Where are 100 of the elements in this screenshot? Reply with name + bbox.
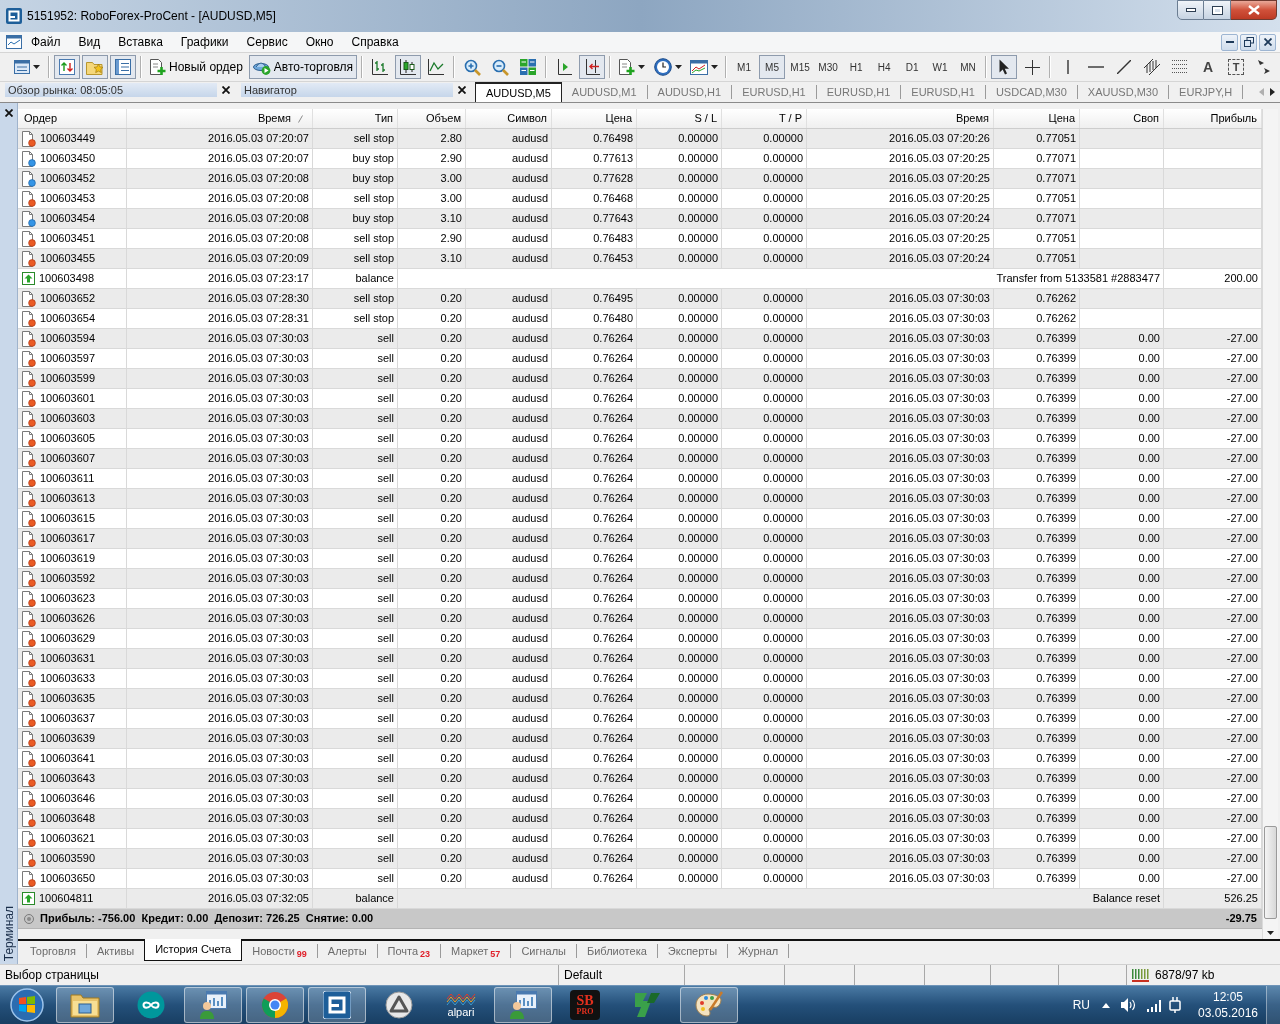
tab[interactable]: Алерты <box>317 941 377 961</box>
language-indicator[interactable]: RU <box>1072 996 1090 1014</box>
taskbar-button[interactable] <box>680 987 738 1023</box>
minimize-button[interactable] <box>1177 0 1204 20</box>
scrollbar-thumb[interactable] <box>1264 826 1277 919</box>
table-row[interactable]: 100603631 2016.05.03 07:30:03 sell 0.20 audusd 0.76264 0.00000 0.00000 2016.05.03 07:30:03 0.76399 0.00 -27.00 <box>18 649 1262 669</box>
table-row[interactable]: 100603652 2016.05.03 07:28:30 sell stop 0.20 audusd 0.76495 0.00000 0.00000 2016.05.03 07:30:03 0.76262 <box>18 289 1262 309</box>
chart-tab[interactable]: EURUSD,H1 <box>732 82 816 102</box>
period-button[interactable]: MN <box>955 55 982 79</box>
period-button[interactable]: M30 <box>815 55 842 79</box>
column-header[interactable]: Объем <box>398 109 466 128</box>
period-button[interactable]: W1 <box>927 55 954 79</box>
table-row[interactable]: 100603650 2016.05.03 07:30:03 sell 0.20 audusd 0.76264 0.00000 0.00000 2016.05.03 07:30:03 0.76399 0.00 -27.00 <box>18 869 1262 889</box>
maximize-button[interactable] <box>1204 0 1231 20</box>
close-button[interactable] <box>1231 0 1277 20</box>
chart-tab[interactable]: XAUUSD,M30 <box>1077 82 1169 102</box>
column-header[interactable]: Символ <box>466 109 552 128</box>
tab[interactable]: Сигналы <box>511 941 576 961</box>
text-label-button[interactable]: T <box>1228 59 1245 75</box>
close-button[interactable] <box>456 83 468 97</box>
table-row[interactable]: 100603454 2016.05.03 07:20:08 buy stop 3.10 audusd 0.77643 0.00000 0.00000 2016.05.03 07:20:24 0.77071 <box>18 209 1262 229</box>
menu-item[interactable]: Файл <box>22 32 70 52</box>
column-header[interactable]: Своп <box>1080 109 1164 128</box>
column-header[interactable]: Цена <box>994 109 1080 128</box>
chart-tab[interactable]: EURUSD,H1 <box>816 82 901 102</box>
menu-item[interactable]: Сервис <box>237 32 297 52</box>
chart-tab[interactable]: EURUSD,H1 <box>901 82 985 102</box>
table-row[interactable]: 100603635 2016.05.03 07:30:03 sell 0.20 audusd 0.76264 0.00000 0.00000 2016.05.03 07:30:03 0.76399 0.00 -27.00 <box>18 689 1262 709</box>
period-button[interactable]: H1 <box>843 55 870 79</box>
period-button[interactable]: M1 <box>731 55 758 79</box>
toolbar-button[interactable] <box>579 55 606 79</box>
column-header[interactable]: Ордер <box>18 109 127 128</box>
period-button[interactable]: D1 <box>899 55 926 79</box>
toolbar-button[interactable] <box>395 55 422 79</box>
show-desktop-button[interactable] <box>1266 986 1280 1024</box>
period-button[interactable]: M15 <box>787 55 814 79</box>
menu-item[interactable]: Графики <box>171 32 238 52</box>
chart-tab[interactable]: AUDUSD,M1 <box>561 82 647 102</box>
table-row[interactable]: 100603648 2016.05.03 07:30:03 sell 0.20 audusd 0.76264 0.00000 0.00000 2016.05.03 07:30:03 0.76399 0.00 -27.00 <box>18 809 1262 829</box>
taskbar-button[interactable] <box>56 987 114 1023</box>
table-row[interactable]: 100604811 2016.05.03 07:32:05 balance Balance reset 526.25 <box>18 889 1262 909</box>
table-row[interactable]: 100603626 2016.05.03 07:30:03 sell 0.20 audusd 0.76264 0.00000 0.00000 2016.05.03 07:30:03 0.76399 0.00 -27.00 <box>18 609 1262 629</box>
scrollbar[interactable] <box>1262 109 1278 939</box>
clock-time[interactable]: 12:05 <box>1213 989 1243 1005</box>
scroll-right-button[interactable] <box>1270 86 1275 98</box>
tab[interactable]: Эксперты <box>657 941 728 961</box>
table-row[interactable]: 100603617 2016.05.03 07:30:03 sell 0.20 audusd 0.76264 0.00000 0.00000 2016.05.03 07:30:03 0.76399 0.00 -27.00 <box>18 529 1262 549</box>
caret-up-icon <box>1102 1002 1110 1008</box>
table-row[interactable]: 100603599 2016.05.03 07:30:03 sell 0.20 audusd 0.76264 0.00000 0.00000 2016.05.03 07:30:03 0.76399 0.00 -27.00 <box>18 369 1262 389</box>
table-row[interactable]: 100603592 2016.05.03 07:30:03 sell 0.20 audusd 0.76264 0.00000 0.00000 2016.05.03 07:30:03 0.76399 0.00 -27.00 <box>18 569 1262 589</box>
taskbar-button[interactable] <box>184 987 242 1023</box>
taskbar-button[interactable]: SB PRO <box>556 987 614 1023</box>
menu-item[interactable]: Окно <box>296 32 343 52</box>
restore-button[interactable] <box>1240 33 1257 51</box>
column-header[interactable]: T / P <box>722 109 807 128</box>
close-button[interactable] <box>220 83 232 97</box>
table-row[interactable]: 100603603 2016.05.03 07:30:03 sell 0.20 audusd 0.76264 0.00000 0.00000 2016.05.03 07:30:03 0.76399 0.00 -27.00 <box>18 409 1262 429</box>
taskbar-button[interactable] <box>246 987 304 1023</box>
table-row[interactable]: 100603643 2016.05.03 07:30:03 sell 0.20 audusd 0.76264 0.00000 0.00000 2016.05.03 07:30:03 0.76399 0.00 -27.00 <box>18 769 1262 789</box>
table-row[interactable]: 100603452 2016.05.03 07:20:08 buy stop 3.00 audusd 0.77628 0.00000 0.00000 2016.05.03 07:20:25 0.77071 <box>18 169 1262 189</box>
traffic-counter: 6878/97 kb <box>1155 967 1215 984</box>
period-button[interactable]: M5 <box>759 55 786 79</box>
tab[interactable]: История Счета <box>144 939 243 961</box>
table-row[interactable]: 100603455 2016.05.03 07:20:09 sell stop 3.10 audusd 0.76453 0.00000 0.00000 2016.05.03 07:20:24 0.77051 <box>18 249 1262 269</box>
close-button[interactable] <box>1259 33 1276 51</box>
list-window-icon <box>115 59 131 75</box>
tab[interactable]: Журнал <box>728 941 789 961</box>
period-button[interactable]: H4 <box>871 55 898 79</box>
menu-item[interactable]: Вставка <box>109 32 172 52</box>
table-row[interactable]: 100603613 2016.05.03 07:30:03 sell 0.20 audusd 0.76264 0.00000 0.00000 2016.05.03 07:30:03 0.76399 0.00 -27.00 <box>18 489 1262 509</box>
menu-item[interactable]: Справка <box>342 32 408 52</box>
minimize-button[interactable] <box>1221 33 1238 51</box>
chart-tab[interactable]: AUDUSD,M5 <box>475 82 562 102</box>
taskbar-button[interactable]: alpari <box>432 987 490 1023</box>
table-row[interactable]: 100603607 2016.05.03 07:30:03 sell 0.20 audusd 0.76264 0.00000 0.00000 2016.05.03 07:30:03 0.76399 0.00 -27.00 <box>18 449 1262 469</box>
chart-tab[interactable]: USDCAD,M30 <box>985 82 1077 102</box>
toolbar-button[interactable]: Авто-торговля <box>248 55 358 79</box>
tab[interactable]: Библиотека <box>577 941 657 961</box>
tab[interactable]: Активы <box>86 941 145 961</box>
menu-item[interactable]: Вид <box>69 32 110 52</box>
column-header[interactable]: Тип <box>313 109 398 128</box>
table-row[interactable]: 100603449 2016.05.03 07:20:07 sell stop 2.80 audusd 0.76498 0.00000 0.00000 2016.05.03 07:20:26 0.77051 <box>18 129 1262 149</box>
chart-tab[interactable]: EURJPY,H <box>1169 82 1243 102</box>
clock-date[interactable]: 03.05.2016 <box>1197 1005 1259 1021</box>
toolbar-button[interactable]: Новый ордер <box>146 55 247 79</box>
table-row[interactable]: 100603594 2016.05.03 07:30:03 sell 0.20 audusd 0.76264 0.00000 0.00000 2016.05.03 07:30:03 0.76399 0.00 -27.00 <box>18 329 1262 349</box>
column-header[interactable]: Цена <box>552 109 637 128</box>
column-header[interactable]: Время <box>807 109 994 128</box>
text-tool-button[interactable]: A <box>1195 55 1222 79</box>
table-row[interactable]: 100603590 2016.05.03 07:30:03 sell 0.20 audusd 0.76264 0.00000 0.00000 2016.05.03 07:30:03 0.76399 0.00 -27.00 <box>18 849 1262 869</box>
tab[interactable]: Торговля <box>20 941 86 961</box>
show-hidden-icons-button[interactable] <box>1102 1002 1110 1008</box>
column-header[interactable]: Время <box>127 109 313 128</box>
zoom-out-icon <box>491 58 509 76</box>
taskbar-button[interactable] <box>308 987 366 1023</box>
taskbar-button[interactable] <box>494 987 552 1023</box>
table-row[interactable]: 100603639 2016.05.03 07:30:03 sell 0.20 audusd 0.76264 0.00000 0.00000 2016.05.03 07:30:03 0.76399 0.00 -27.00 <box>18 729 1262 749</box>
toolbar-button[interactable] <box>991 55 1018 79</box>
chart-tab[interactable]: AUDUSD,H1 <box>647 82 732 102</box>
column-header[interactable]: S / L <box>637 109 722 128</box>
